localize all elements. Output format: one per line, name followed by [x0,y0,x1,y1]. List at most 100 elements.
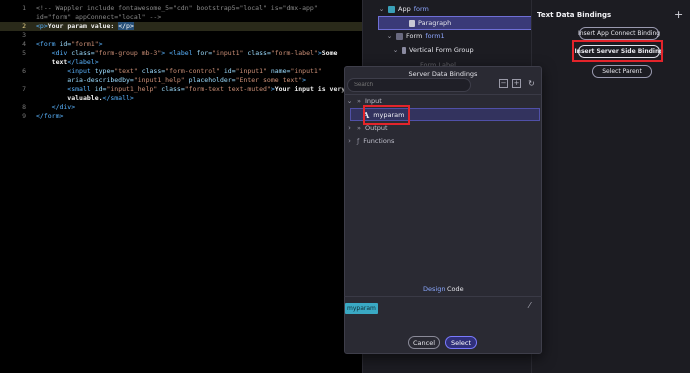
select-parent-button[interactable]: Select Parent [592,65,652,78]
form-icon [396,32,403,40]
code-line[interactable]: 4 <form id="form1"> [0,40,362,49]
form-group-icon [402,46,406,54]
code-token: class= [141,67,166,75]
code-token: for= [196,49,213,57]
code-text: aria-describedby="input1_help" placehold… [36,76,306,85]
line-number: 5 [22,49,26,57]
code-line[interactable]: 1 <!-- Wappler include fontawesome_5="cdn… [0,4,362,13]
binding-tree-output[interactable]: › » Output [346,122,388,134]
tree-item-paragraph[interactable]: Paragraph [378,16,532,30]
code-token: </div> [36,103,76,111]
code-token: Some [321,49,338,57]
tree-item-label: Vertical Form Group [409,46,474,54]
code-line[interactable]: aria-describedby="input1_help" placehold… [0,76,362,85]
code-token: id= [59,40,72,48]
code-text: </div> [36,103,76,112]
code-token: "input1" [235,67,271,75]
tree-item-label: Input [364,97,382,105]
code-token: "form-control" [165,67,224,75]
code-token: <p> [36,22,48,30]
code-token: Your input is very [274,85,346,93]
code-line[interactable]: 8 </div> [0,103,362,112]
binding-tree-functions[interactable]: › ƒ Functions [346,135,394,147]
tree-item-app[interactable]: ⌄ App form [378,2,429,16]
code-token: "input1" [290,67,322,75]
chevron-down-icon[interactable]: ⌄ [386,32,393,40]
tree-item-label: Output [364,124,388,132]
divider [344,296,542,297]
chevron-right-icon[interactable]: › [346,124,353,132]
code-token: "input1" [212,49,248,57]
code-token: </p> [118,22,134,30]
search-input[interactable] [347,78,471,92]
code-token: id="form" appConnect="local" --> [36,13,162,21]
code-token: <small [36,85,95,93]
chevron-right-icon[interactable]: › [346,137,353,145]
code-text: text</label> [36,58,99,67]
expand-all-icon[interactable]: + [512,79,521,88]
code-token: <div [36,49,72,57]
code-line[interactable]: 3 [0,31,362,40]
code-token: aria-describedby= [36,76,134,84]
collapse-all-icon[interactable]: − [499,79,508,88]
line-number: 6 [22,67,26,75]
code-text: id="form" appConnect="local" --> [36,13,161,22]
code-token: "input1_help" [133,76,189,84]
code-token: > <label [161,49,197,57]
code-token: </form> [36,112,64,120]
code-line[interactable]: id="form" appConnect="local" --> [0,13,362,22]
code-text: valuable.</small> [36,94,134,103]
select-button[interactable]: Select [445,336,477,349]
magic-wand-icon[interactable]: ⁄ [529,301,530,310]
code-text: </form> [36,112,63,121]
code-token: </label> [67,58,99,66]
code-line[interactable]: 5 <div class="form-group mb-3"> <label f… [0,49,362,58]
tree-item-label: Paragraph [418,19,452,27]
chevron-down-icon[interactable]: ⌄ [392,46,399,54]
code-token: "form-group mb-3" [94,49,162,57]
line-number: 2 [22,22,26,30]
code-token: valuable. [36,94,103,102]
code-line[interactable]: 2 <p>Your param value: </p> [0,22,362,31]
tree-item-label: App [398,5,411,13]
chevron-down-icon[interactable]: ⌄ [378,5,385,13]
app-icon [388,5,395,13]
function-icon: ƒ [357,137,360,145]
code-line[interactable]: 7 <small id="input1_help" class="form-te… [0,85,362,94]
tree-item-label: Functions [363,137,395,145]
code-editor[interactable]: 1 <!-- Wappler include fontawesome_5="cdn… [0,0,363,373]
code-token: class= [71,49,95,57]
code-line[interactable]: 9 </form> [0,112,362,121]
code-token: name= [270,67,291,75]
highlight-box [572,40,663,62]
tab-code[interactable]: Code [447,285,464,293]
code-token: <input [36,67,95,75]
code-line[interactable]: 6 <input type="text" class="form-control… [0,67,362,76]
cancel-button[interactable]: Cancel [408,336,440,349]
code-token: "text" [114,67,142,75]
tree-item-sublabel: form1 [425,32,445,40]
tree-item-vertical-form-group[interactable]: ⌄ Vertical Form Group [378,43,474,57]
code-token: <!-- Wappler include fontawesome_5="cdn"… [36,4,318,12]
brackets-icon: » [357,124,361,132]
code-token: <form [36,40,60,48]
line-number: 4 [22,40,26,48]
code-text: <small id="input1_help" class="form-text… [36,85,345,94]
code-text: <input type="text" class="form-control" … [36,67,322,76]
code-token: class= [161,85,185,93]
dialog-title: Server Data Bindings [408,70,478,78]
code-line[interactable]: valuable.</small> [0,94,362,103]
expression-token[interactable]: myparam [345,303,378,314]
line-number: 9 [22,112,26,120]
insert-app-connect-binding-button[interactable]: Insert App Connect Binding [578,27,660,40]
code-text: <!-- Wappler include fontawesome_5="cdn"… [36,4,318,13]
tree-item-form[interactable]: ⌄ Form form1 [378,29,445,43]
code-line[interactable]: text</label> [0,58,362,67]
tab-design[interactable]: Design [423,285,445,293]
chevron-down-icon[interactable]: ⌄ [346,97,353,105]
paragraph-icon [409,19,415,27]
tree-item-label: Form [406,32,423,40]
add-icon[interactable]: + [674,8,683,21]
refresh-icon[interactable]: ↻ [527,79,536,88]
code-token: "form-label" [270,49,318,57]
